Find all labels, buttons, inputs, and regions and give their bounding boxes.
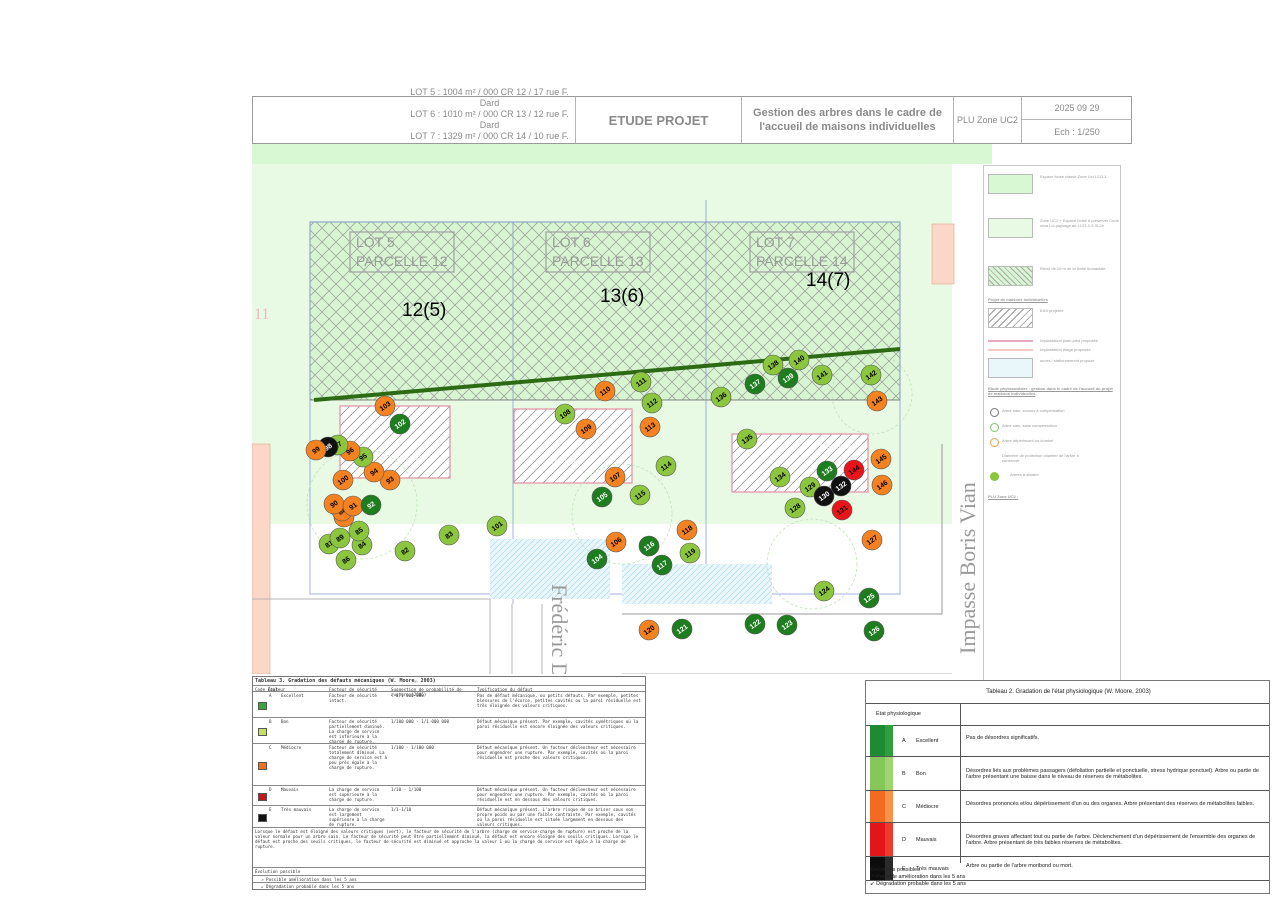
- lots-summary: LOT 5 : 1004 m² / 000 CR 12 / 17 rue F. …: [398, 87, 576, 152]
- tree-marker-110: 110: [594, 380, 616, 402]
- lot6-line: LOT 6 : 1010 m² / 000 CR 13 / 12 rue F. …: [410, 109, 569, 130]
- parcel12-label: PARCELLE 12: [356, 253, 448, 269]
- tree-marker-89: 89: [329, 527, 351, 549]
- tree-marker-109: 109: [575, 418, 597, 440]
- tree-marker-106: 106: [605, 531, 627, 553]
- street-frederic-dard: Frédéric Dard: [547, 584, 572, 674]
- tree-marker-133: 133: [816, 460, 838, 482]
- tree-marker-121: 121: [671, 618, 693, 640]
- project-subject: Gestion des arbres dans le cadre de l'ac…: [742, 97, 954, 143]
- tree-marker-114: 114: [655, 455, 677, 477]
- table2-title: Tableau 2. Gradation de l'état physiolog…: [986, 689, 1151, 695]
- tree-marker-142: 142: [860, 364, 882, 386]
- tree-marker-101: 101: [486, 515, 508, 537]
- tree-marker-127: 127: [861, 529, 883, 551]
- tree-marker-112: 112: [641, 392, 663, 414]
- table-mechanical-defects: Tableau 3. Gradation des défauts mécaniq…: [252, 676, 646, 890]
- tree-marker-117: 117: [651, 554, 673, 576]
- tree-marker-108: 108: [554, 403, 576, 425]
- tree-marker-85: 85: [348, 520, 370, 542]
- lot6-count: 13(6): [600, 286, 644, 307]
- ebc-strip: [252, 144, 992, 164]
- color-swatch: [258, 762, 267, 770]
- table3-row: E Très mauvais La charge de service est la…: [253, 805, 645, 828]
- color-swatch: [258, 728, 267, 736]
- tree-marker-122: 122: [744, 613, 766, 635]
- svg-text:EAS 160m²: EAS 160m²: [397, 456, 428, 462]
- lot7-label: LOT 7: [756, 234, 795, 250]
- lot7-count: 14(7): [806, 270, 850, 291]
- table2-evolution-label: Évolutions possibles: [870, 867, 920, 873]
- table3-row: B Bon Facteur de sécurité partiellement di…: [253, 717, 645, 744]
- tree-marker-144: 144: [843, 459, 865, 481]
- tree-marker-134: 134: [769, 466, 791, 488]
- color-swatch: [258, 793, 267, 801]
- table3-footnote: Lorsque le défaut est éloigné des valeur…: [255, 829, 639, 849]
- color-swatch: [258, 814, 267, 822]
- map-legend: Espace boisé classé Zone Ucl L113-1 Zone…: [983, 165, 1121, 685]
- table3-title: Tableau 3. Gradation des défauts mécaniq…: [255, 678, 436, 684]
- project-title: ETUDE PROJET: [576, 97, 742, 143]
- tree-marker-136: 136: [710, 386, 732, 408]
- table2-header: État physiologique: [876, 711, 921, 717]
- table3-row: A Excellent Facteur de sécurité intact. < 1…: [253, 691, 645, 718]
- tree-marker-115: 115: [629, 484, 651, 506]
- parcel13-label: PARCELLE 13: [552, 253, 644, 269]
- tree-marker-91: 91: [342, 495, 364, 517]
- site-plan-map: LOT 5 PARCELLE 12 LOT 6 PARCELLE 13 LOT …: [252, 144, 992, 674]
- svg-text:EAS 120m²: EAS 120m²: [550, 460, 581, 466]
- tree-marker-102: 102: [389, 413, 411, 435]
- tree-marker-140: 140: [788, 349, 810, 371]
- street-boris-vian: Impasse Boris Vian: [955, 482, 980, 654]
- project-scale: Ech : 1/250: [1054, 126, 1100, 137]
- tree-marker-131: 131: [831, 499, 853, 521]
- tree-marker-107: 107: [604, 466, 626, 488]
- tree-marker-104: 104: [586, 548, 608, 570]
- table3-row: D Mauvais La charge de service est supérie…: [253, 785, 645, 806]
- parcel14-label: PARCELLE 14: [756, 253, 848, 269]
- tree-marker-100: 100: [332, 469, 354, 491]
- tree-marker-132: 132: [830, 475, 852, 497]
- plu-zone: PLU Zone UC2: [954, 97, 1022, 143]
- tree-marker-130: 130: [813, 485, 835, 507]
- table-physiological-state: Tableau 2. Gradation de l'état physiolog…: [865, 680, 1270, 894]
- tree-marker-143: 143: [866, 390, 888, 412]
- svg-text:EAS 160m²: EAS 160m²: [820, 445, 851, 451]
- tree-marker-124: 124: [813, 580, 835, 602]
- tree-marker-111: 111: [630, 371, 652, 393]
- tree-marker-118: 118: [676, 519, 698, 541]
- tree-marker-141: 141: [811, 364, 833, 386]
- tree-marker-125: 125: [858, 587, 880, 609]
- tree-marker-123: 123: [776, 614, 798, 636]
- lot5-count: 12(5): [402, 300, 446, 321]
- tree-marker-82: 82: [394, 540, 416, 562]
- table3-row: C Médiocre Facteur de sécurité totalement …: [253, 743, 645, 786]
- tree-marker-126: 126: [863, 620, 885, 642]
- lot5-label: LOT 5: [356, 234, 395, 250]
- parcel-11-label: 11: [254, 306, 269, 323]
- tree-marker-135: 135: [736, 428, 758, 450]
- tree-marker-99: 99: [305, 439, 327, 461]
- tree-marker-128: 128: [784, 497, 806, 519]
- tree-marker-146: 146: [871, 474, 893, 496]
- tree-marker-105: 105: [591, 486, 613, 508]
- tree-marker-103: 103: [374, 395, 396, 417]
- tree-marker-137: 137: [744, 373, 766, 395]
- project-date: 2025 09 29: [1022, 97, 1132, 120]
- tree-marker-83: 83: [438, 524, 460, 546]
- color-swatch: [258, 702, 267, 710]
- lot5-line: LOT 5 : 1004 m² / 000 CR 12 / 17 rue F. …: [410, 87, 569, 108]
- tree-marker-145: 145: [870, 448, 892, 470]
- tree-marker-120: 120: [638, 619, 660, 641]
- title-block: LOT 5 : 1004 m² / 000 CR 12 / 17 rue F. …: [252, 87, 1132, 152]
- lot6-label: LOT 6: [552, 234, 591, 250]
- tree-marker-90: 90: [323, 493, 345, 515]
- tree-marker-116: 116: [638, 535, 660, 557]
- tree-marker-113: 113: [639, 416, 661, 438]
- tree-marker-92: 92: [360, 494, 382, 516]
- tree-marker-86: 86: [335, 549, 357, 571]
- tree-marker-119: 119: [679, 542, 701, 564]
- tree-marker-139: 139: [777, 367, 799, 389]
